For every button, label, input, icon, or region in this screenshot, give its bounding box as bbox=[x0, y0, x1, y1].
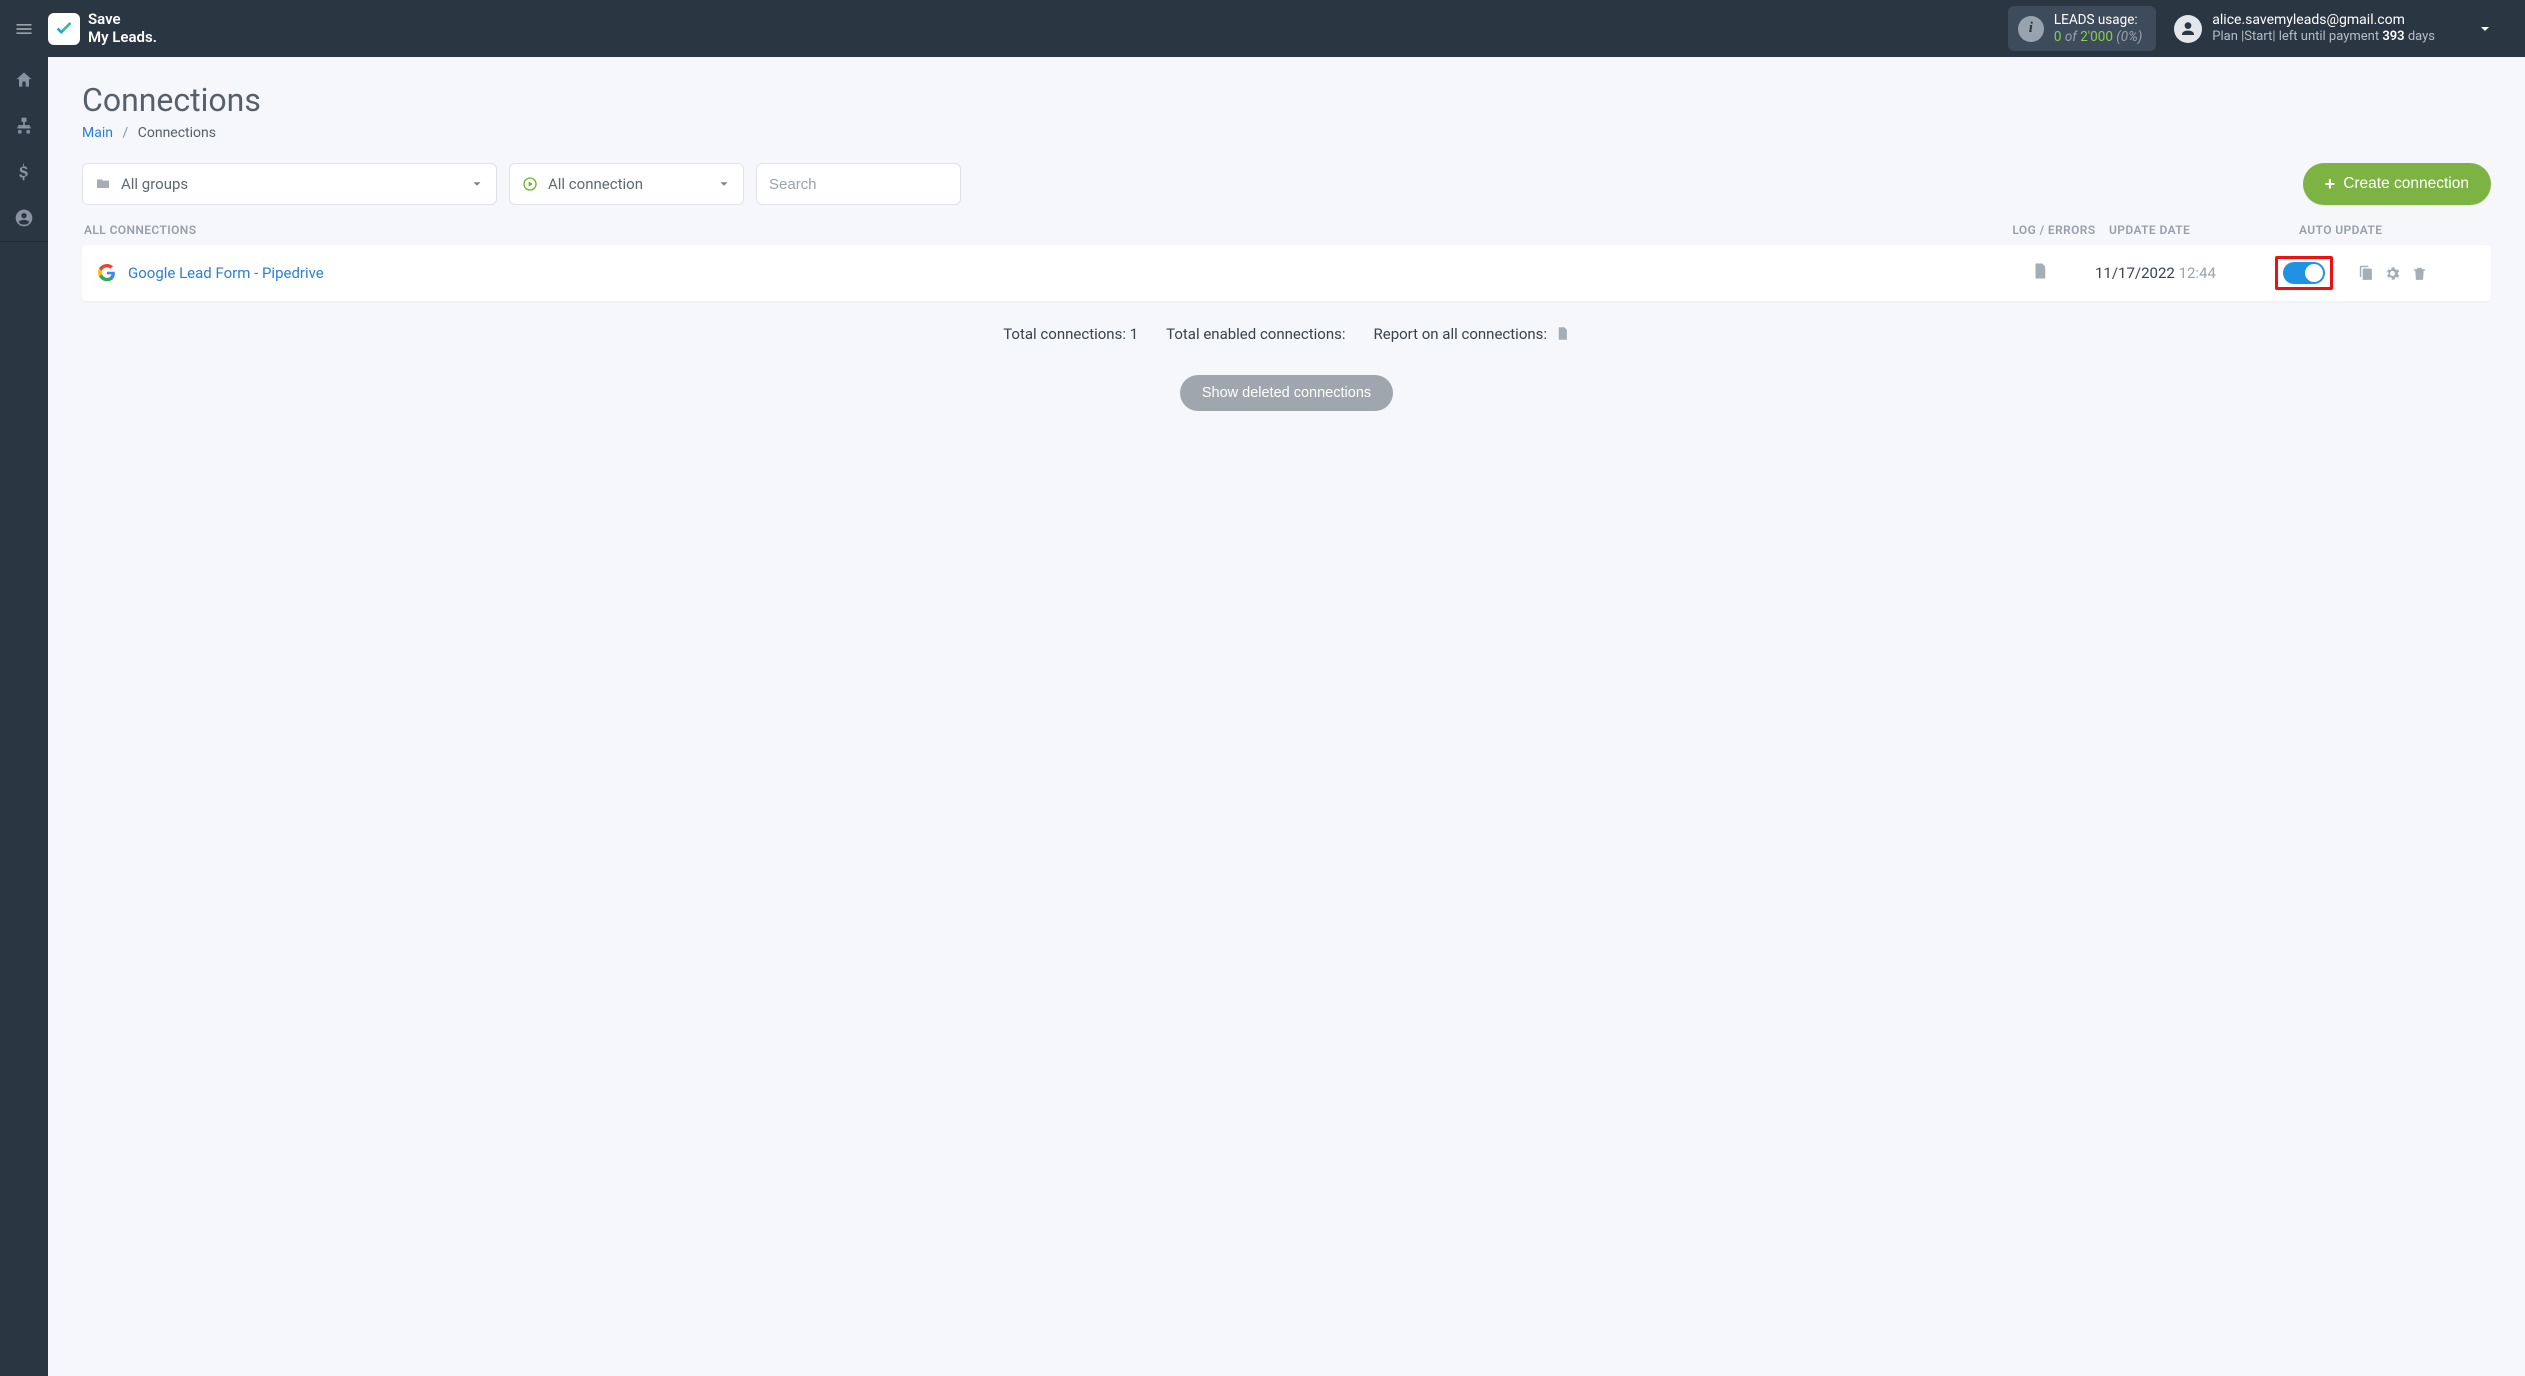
chevron-down-icon bbox=[2477, 21, 2493, 37]
th-name: All connections bbox=[84, 223, 1999, 237]
group-filter-label: All groups bbox=[121, 175, 188, 193]
hamburger-icon bbox=[14, 19, 34, 39]
connection-name-link[interactable]: Google Lead Form - Pipedrive bbox=[128, 264, 324, 282]
filter-toolbar: All groups All connection + Create conne… bbox=[82, 163, 2491, 205]
chevron-down-icon bbox=[470, 177, 484, 191]
chevron-down-icon bbox=[717, 177, 731, 191]
usage-label: LEADS usage: bbox=[2054, 12, 2142, 29]
show-deleted-button[interactable]: Show deleted connections bbox=[1180, 375, 1393, 411]
trash-icon[interactable] bbox=[2411, 265, 2428, 282]
breadcrumb-home-link[interactable]: Main bbox=[82, 125, 113, 141]
usage-of-word: of bbox=[2065, 29, 2077, 45]
brand-line1: Save bbox=[88, 11, 157, 28]
copy-icon[interactable] bbox=[2357, 265, 2374, 282]
th-auto: Auto update bbox=[2289, 223, 2489, 237]
stat-total: Total connections: 1 bbox=[1003, 325, 1138, 343]
group-filter-select[interactable]: All groups bbox=[82, 163, 497, 205]
search-box[interactable] bbox=[756, 163, 961, 205]
sidebar-item-account[interactable] bbox=[0, 195, 48, 241]
row-actions bbox=[2357, 265, 2428, 282]
user-icon bbox=[2179, 20, 2197, 38]
gear-icon[interactable] bbox=[2384, 265, 2401, 282]
sidebar-item-billing[interactable] bbox=[0, 149, 48, 195]
stat-report: Report on all connections: bbox=[1374, 325, 1570, 343]
usage-values: 0 of 2'000 (0%) bbox=[2054, 29, 2142, 46]
page-title: Connections bbox=[82, 81, 2491, 119]
account-chevron[interactable] bbox=[2465, 21, 2505, 37]
account-plan: Plan |Start| left until payment 393 days bbox=[2212, 29, 2435, 45]
stat-enabled: Total enabled connections: bbox=[1166, 325, 1345, 343]
connections-stats: Total connections: 1 Total enabled conne… bbox=[82, 325, 2491, 343]
log-file-icon[interactable] bbox=[2031, 261, 2049, 281]
account-email: alice.savemyleads@gmail.com bbox=[2212, 12, 2435, 30]
th-date: Update date bbox=[2109, 223, 2289, 237]
usage-text: LEADS usage: 0 of 2'000 (0%) bbox=[2054, 12, 2142, 46]
usage-used: 0 bbox=[2054, 29, 2062, 45]
usage-percent: (0%) bbox=[2116, 29, 2142, 45]
table-header: All connections Log / Errors Update date… bbox=[82, 223, 2491, 245]
breadcrumb: Main / Connections bbox=[82, 125, 2491, 141]
main-content: Connections Main / Connections All group… bbox=[48, 57, 2525, 1376]
sidebar bbox=[0, 57, 48, 1376]
status-filter-label: All connection bbox=[548, 175, 643, 193]
check-icon bbox=[53, 18, 75, 40]
connection-date: 11/17/2022 bbox=[2095, 264, 2175, 282]
home-icon bbox=[14, 70, 34, 90]
usage-box[interactable]: i LEADS usage: 0 of 2'000 (0%) bbox=[2008, 6, 2156, 52]
connection-time: 12:44 bbox=[2179, 264, 2216, 282]
sitemap-icon bbox=[14, 116, 34, 136]
connection-log-cell bbox=[1985, 261, 2095, 285]
connection-name-cell: Google Lead Form - Pipedrive bbox=[98, 264, 1985, 282]
auto-update-toggle[interactable] bbox=[2283, 262, 2325, 284]
th-log: Log / Errors bbox=[1999, 223, 2109, 237]
sidebar-item-home[interactable] bbox=[0, 57, 48, 103]
info-icon: i bbox=[2018, 16, 2044, 42]
user-circle-icon bbox=[14, 208, 34, 228]
connection-date-cell: 11/17/2022 12:44 bbox=[2095, 264, 2275, 282]
dollar-icon bbox=[14, 162, 34, 182]
brand-line2: My Leads. bbox=[88, 29, 157, 46]
google-icon bbox=[98, 264, 116, 282]
create-connection-button[interactable]: + Create connection bbox=[2303, 163, 2491, 205]
account-text: alice.savemyleads@gmail.com Plan |Start|… bbox=[2212, 12, 2435, 46]
sidebar-item-connections[interactable] bbox=[0, 103, 48, 149]
account-menu[interactable]: alice.savemyleads@gmail.com Plan |Start|… bbox=[2174, 12, 2525, 46]
search-input[interactable] bbox=[769, 176, 948, 193]
report-file-icon[interactable] bbox=[1555, 325, 1570, 342]
menu-toggle-button[interactable] bbox=[0, 0, 48, 57]
brand-logo bbox=[48, 13, 80, 45]
breadcrumb-separator: / bbox=[116, 125, 134, 141]
toggle-knob bbox=[2305, 264, 2323, 282]
usage-total: 2'000 bbox=[2080, 29, 2113, 45]
play-circle-icon bbox=[522, 176, 538, 192]
create-connection-label: Create connection bbox=[2343, 175, 2469, 193]
plus-icon: + bbox=[2325, 175, 2336, 193]
breadcrumb-current: Connections bbox=[138, 125, 216, 141]
auto-update-highlight bbox=[2275, 256, 2333, 290]
connection-row: Google Lead Form - Pipedrive 11/17/2022 … bbox=[82, 245, 2491, 301]
topbar: Save My Leads. i LEADS usage: 0 of 2'000… bbox=[0, 0, 2525, 57]
status-filter-select[interactable]: All connection bbox=[509, 163, 744, 205]
connection-auto-cell bbox=[2275, 256, 2475, 290]
folder-icon bbox=[95, 176, 111, 192]
sidebar-divider bbox=[0, 241, 48, 242]
avatar bbox=[2174, 15, 2202, 43]
brand-text: Save My Leads. bbox=[88, 11, 157, 46]
